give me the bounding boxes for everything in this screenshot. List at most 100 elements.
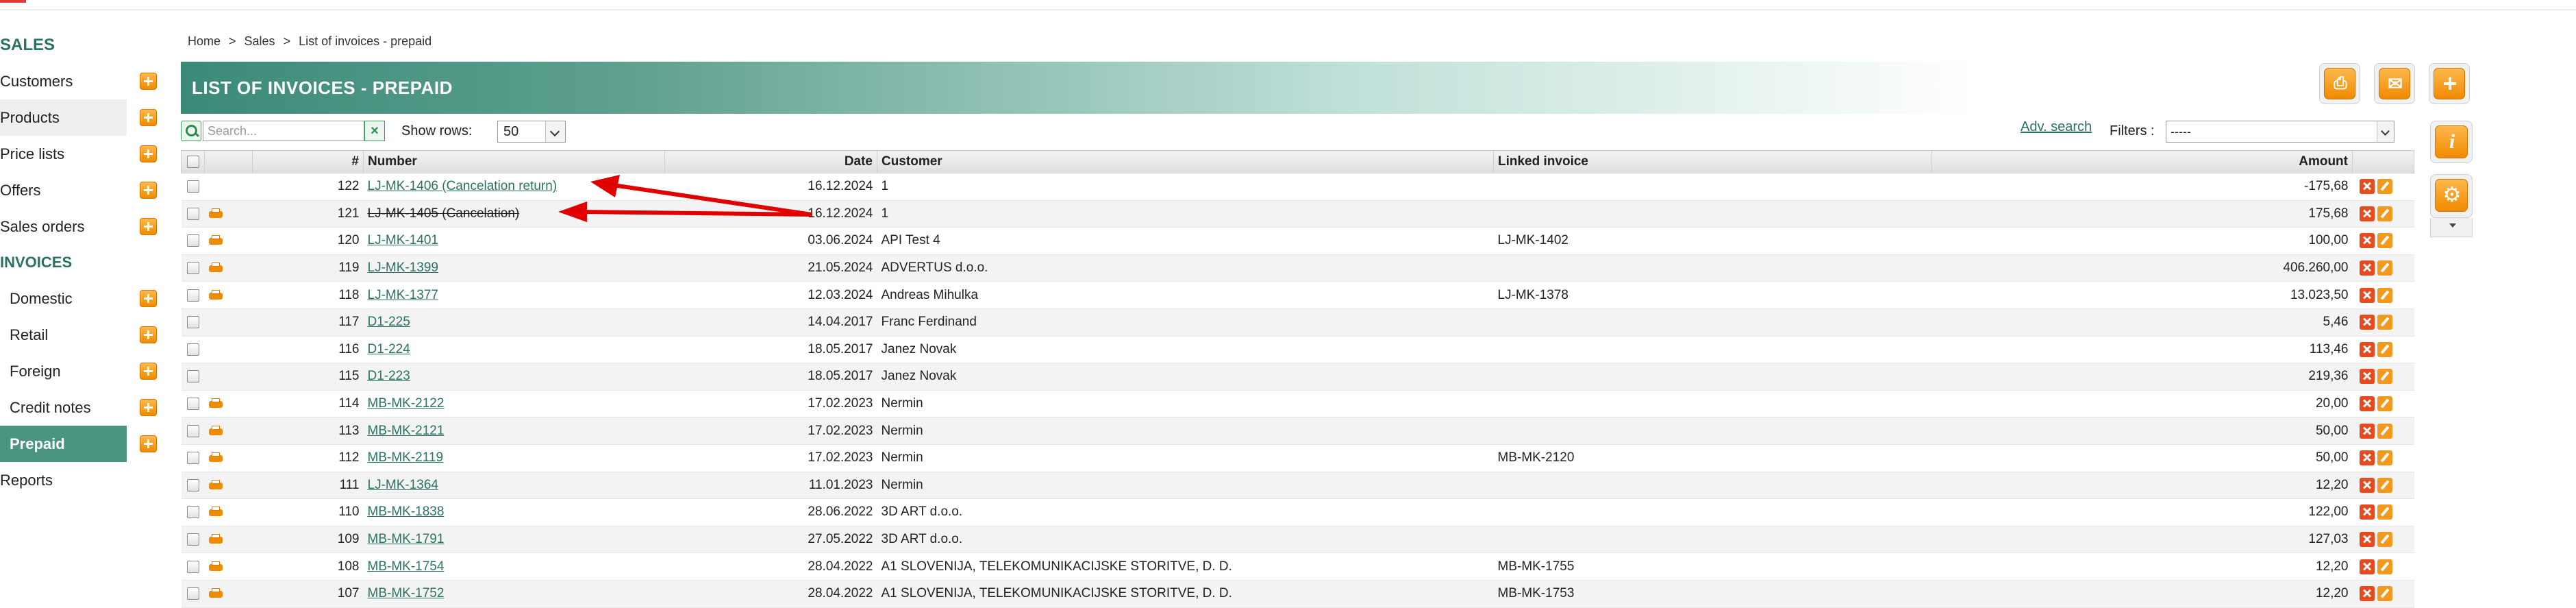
invoice-number-link[interactable]: LJ-MK-1405 (Cancelation) bbox=[368, 206, 520, 221]
edit-icon[interactable] bbox=[2377, 586, 2392, 602]
table-row[interactable]: 122 LJ-MK-1406 (Cancelation return) 16.12.… bbox=[181, 173, 2414, 201]
row-checkbox[interactable] bbox=[186, 424, 199, 437]
print-button[interactable]: ⎙ bbox=[2319, 63, 2360, 104]
delete-icon[interactable] bbox=[2359, 477, 2375, 493]
delete-icon[interactable] bbox=[2359, 233, 2375, 249]
table-row[interactable]: 109 MB-MK-1791 27.05.2022 3D ART d.o.o. 127,… bbox=[181, 526, 2414, 554]
table-row[interactable]: 110 MB-MK-1838 28.06.2022 3D ART d.o.o. 122,… bbox=[181, 498, 2414, 526]
edit-icon[interactable] bbox=[2377, 423, 2392, 439]
search-icon[interactable] bbox=[181, 121, 201, 141]
breadcrumb-home[interactable]: Home bbox=[188, 34, 221, 48]
show-rows-select[interactable]: 50 bbox=[497, 121, 566, 143]
delete-icon[interactable] bbox=[2359, 504, 2375, 520]
add-credit-note-icon[interactable] bbox=[140, 399, 157, 416]
settings-button[interactable]: ⚙ bbox=[2430, 174, 2473, 218]
edit-icon[interactable] bbox=[2377, 504, 2392, 520]
sidebar-item-products[interactable]: Products bbox=[0, 99, 157, 136]
printer-icon[interactable] bbox=[208, 561, 223, 572]
column-header-num[interactable]: # bbox=[252, 150, 364, 173]
table-row[interactable]: 116 D1-224 18.05.2017 Janez Novak 113,46 bbox=[181, 336, 2414, 364]
delete-icon[interactable] bbox=[2359, 532, 2375, 547]
sidebar-item-domestic[interactable]: Domestic bbox=[0, 280, 157, 317]
table-row[interactable]: 115 D1-223 18.05.2017 Janez Novak 219,36 bbox=[181, 363, 2414, 391]
delete-icon[interactable] bbox=[2359, 287, 2375, 303]
edit-icon[interactable] bbox=[2377, 369, 2392, 385]
column-header-customer[interactable]: Customer bbox=[877, 150, 1494, 173]
row-checkbox[interactable] bbox=[186, 452, 199, 465]
row-checkbox[interactable] bbox=[186, 207, 199, 220]
printer-icon[interactable] bbox=[208, 289, 223, 301]
table-row[interactable]: 118 LJ-MK-1377 12.03.2024 Andreas Mihulka LJ… bbox=[181, 281, 2414, 309]
edit-icon[interactable] bbox=[2377, 559, 2392, 574]
sidebar-item-prepaid[interactable]: Prepaid bbox=[0, 426, 157, 462]
edit-icon[interactable] bbox=[2377, 206, 2392, 221]
delete-icon[interactable] bbox=[2359, 450, 2375, 466]
edit-icon[interactable] bbox=[2377, 341, 2392, 357]
row-checkbox[interactable] bbox=[186, 234, 199, 247]
invoice-number-link[interactable]: MB-MK-1791 bbox=[368, 532, 445, 546]
printer-icon[interactable] bbox=[208, 263, 223, 273]
invoice-number-link[interactable]: LJ-MK-1399 bbox=[368, 260, 439, 275]
edit-icon[interactable] bbox=[2377, 532, 2392, 547]
delete-icon[interactable] bbox=[2359, 369, 2375, 385]
row-checkbox[interactable] bbox=[186, 560, 199, 573]
add-domestic-icon[interactable] bbox=[140, 290, 157, 307]
table-row[interactable]: 119 LJ-MK-1399 21.05.2024 ADVERTUS d.o.o. 40… bbox=[181, 254, 2414, 282]
add-price-list-icon[interactable] bbox=[140, 145, 157, 162]
delete-icon[interactable] bbox=[2359, 260, 2375, 276]
invoice-number-link[interactable]: LJ-MK-1406 (Cancelation return) bbox=[368, 179, 558, 193]
printer-icon[interactable] bbox=[208, 208, 223, 219]
edit-icon[interactable] bbox=[2377, 179, 2392, 195]
invoice-number-link[interactable]: LJ-MK-1377 bbox=[368, 288, 439, 302]
row-checkbox[interactable] bbox=[186, 506, 199, 519]
add-invoice-button[interactable]: + bbox=[2429, 63, 2470, 104]
info-button[interactable]: i bbox=[2430, 121, 2473, 163]
sidebar-item-price-lists[interactable]: Price lists bbox=[0, 136, 157, 172]
sidebar-item-offers[interactable]: Offers bbox=[0, 172, 157, 208]
invoice-number-link[interactable]: MB-MK-1838 bbox=[368, 504, 445, 519]
column-header-number[interactable]: Number bbox=[363, 150, 665, 173]
printer-icon[interactable] bbox=[208, 452, 223, 463]
invoice-number-link[interactable]: D1-224 bbox=[368, 342, 410, 356]
delete-icon[interactable] bbox=[2359, 341, 2375, 357]
table-row[interactable]: 121 LJ-MK-1405 (Cancelation) 16.12.2024 1 17… bbox=[181, 200, 2414, 228]
row-checkbox[interactable] bbox=[186, 289, 199, 302]
delete-icon[interactable] bbox=[2359, 423, 2375, 439]
printer-icon[interactable] bbox=[208, 398, 223, 409]
filters-select[interactable]: ----- bbox=[2166, 121, 2394, 143]
printer-icon[interactable] bbox=[208, 425, 223, 437]
invoice-number-link[interactable]: LJ-MK-1364 bbox=[368, 478, 439, 492]
row-checkbox[interactable] bbox=[186, 478, 199, 491]
clear-search-icon[interactable]: × bbox=[364, 121, 385, 141]
table-row[interactable]: 117 D1-225 14.04.2017 Franc Ferdinand 5,46 bbox=[181, 308, 2414, 337]
printer-icon[interactable] bbox=[208, 479, 223, 491]
edit-icon[interactable] bbox=[2377, 260, 2392, 276]
select-all-checkbox[interactable] bbox=[186, 155, 199, 168]
invoice-number-link[interactable]: D1-223 bbox=[368, 369, 410, 383]
email-button[interactable]: ✉ bbox=[2374, 63, 2415, 104]
add-retail-icon[interactable] bbox=[140, 326, 157, 343]
row-checkbox[interactable] bbox=[186, 316, 199, 329]
row-checkbox[interactable] bbox=[186, 587, 199, 600]
sidebar-item-customers[interactable]: Customers bbox=[0, 63, 157, 99]
breadcrumb-sales[interactable]: Sales bbox=[245, 34, 275, 48]
edit-icon[interactable] bbox=[2377, 450, 2392, 466]
delete-icon[interactable] bbox=[2359, 206, 2375, 221]
sidebar-item-foreign[interactable]: Foreign bbox=[0, 353, 157, 389]
printer-icon[interactable] bbox=[208, 588, 223, 599]
delete-icon[interactable] bbox=[2359, 559, 2375, 574]
edit-icon[interactable] bbox=[2377, 287, 2392, 303]
delete-icon[interactable] bbox=[2359, 179, 2375, 195]
invoice-number-link[interactable]: D1-225 bbox=[368, 315, 410, 329]
row-checkbox[interactable] bbox=[186, 533, 199, 546]
sidebar-item-retail[interactable]: Retail bbox=[0, 317, 157, 353]
table-row[interactable]: 108 MB-MK-1754 28.04.2022 A1 SLOVENIJA, TEL… bbox=[181, 552, 2414, 581]
add-foreign-icon[interactable] bbox=[140, 363, 157, 380]
table-row[interactable]: 112 MB-MK-2119 17.02.2023 Nermin MB-MK-2120 5… bbox=[181, 444, 2414, 472]
invoice-number-link[interactable]: LJ-MK-1401 bbox=[368, 233, 439, 247]
search-input[interactable] bbox=[203, 121, 364, 141]
add-product-icon[interactable] bbox=[140, 109, 157, 126]
table-row[interactable]: 107 MB-MK-1752 28.04.2022 A1 SLOVENIJA, TEL… bbox=[181, 580, 2414, 608]
row-checkbox[interactable] bbox=[186, 398, 199, 411]
column-header-amount[interactable]: Amount bbox=[1931, 150, 2353, 173]
